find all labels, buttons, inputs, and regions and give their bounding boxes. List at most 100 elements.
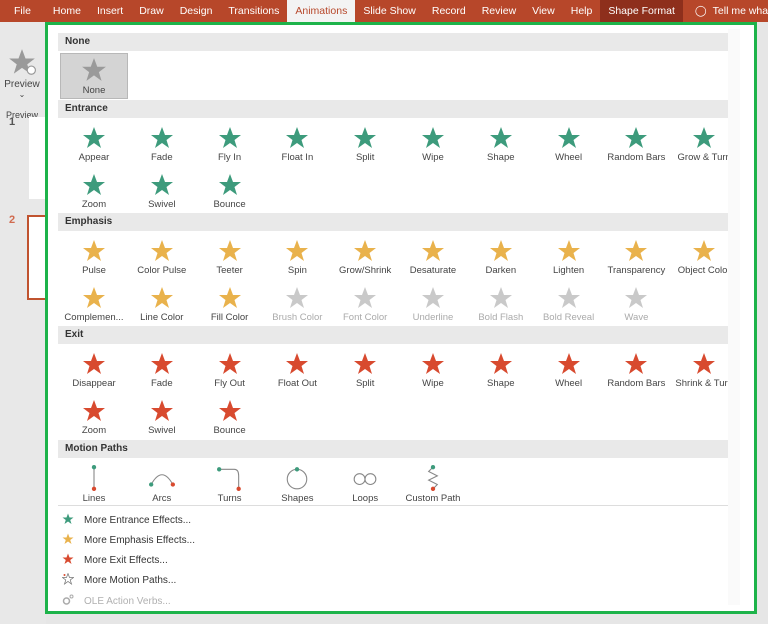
effect-emphasis-transparency[interactable]: Transparency [602, 236, 670, 282]
effect-label: Color Pulse [137, 265, 187, 276]
effect-label: Wheel [555, 378, 583, 389]
effect-label: Shape [487, 378, 515, 389]
effect-exit-fade[interactable]: Fade [128, 349, 196, 395]
tab-record[interactable]: Record [424, 0, 474, 22]
effect-exit-disappear[interactable]: Disappear [60, 349, 128, 395]
tab-design[interactable]: Design [172, 0, 221, 22]
effect-exit-wipe[interactable]: Wipe [399, 349, 467, 395]
star-icon [128, 352, 196, 376]
effect-entrance-appear[interactable]: Appear [60, 123, 128, 169]
effect-label: Random Bars [607, 378, 666, 389]
menu-more-entrance-effects[interactable]: More Entrance Effects... [62, 511, 191, 529]
tell-me-search[interactable]: ◯ Tell me what [683, 0, 768, 22]
effect-label: Font Color [343, 312, 388, 323]
effect-entrance-split[interactable]: Split [331, 123, 399, 169]
scrollbar[interactable] [728, 29, 740, 605]
menu-more-motion-paths[interactable]: More Motion Paths... [61, 572, 176, 590]
effect-exit-swivel[interactable]: Swivel [128, 396, 196, 442]
star-icon [60, 126, 128, 150]
effect-emphasis-fill-color[interactable]: Fill Color [196, 283, 264, 329]
effect-motion-loops[interactable]: Loops [331, 462, 399, 508]
effect-label: Random Bars [607, 152, 666, 163]
tab-draw[interactable]: Draw [131, 0, 172, 22]
effect-emphasis-teeter[interactable]: Teeter [196, 236, 264, 282]
star-icon [331, 239, 399, 263]
slide-number: 2 [9, 214, 16, 226]
effect-exit-wheel[interactable]: Wheel [535, 349, 603, 395]
effect-exit-shape[interactable]: Shape [467, 349, 535, 395]
effect-emphasis-bold-flash: Bold Flash [467, 283, 535, 329]
effect-entrance-fly-in[interactable]: Fly In [196, 123, 264, 169]
tab-file[interactable]: File [0, 0, 45, 22]
tab-insert[interactable]: Insert [89, 0, 131, 22]
effect-entrance-fade[interactable]: Fade [128, 123, 196, 169]
star-icon [196, 286, 264, 310]
preview-label: Preview [4, 79, 40, 90]
effect-label: Float In [281, 152, 314, 163]
star-icon [535, 286, 603, 310]
effect-entrance-random-bars[interactable]: Random Bars [602, 123, 670, 169]
gear-icon [62, 594, 84, 609]
effect-entrance-float-in[interactable]: Float In [263, 123, 331, 169]
effect-emphasis-complemen[interactable]: Complemen... [60, 283, 128, 329]
effect-none-none[interactable]: None [60, 53, 128, 99]
effect-motion-custom-path[interactable]: Custom Path [399, 462, 467, 508]
effect-label: Pulse [82, 265, 106, 276]
tab-animations[interactable]: Animations [287, 0, 356, 22]
menu-more-exit-effects[interactable]: More Exit Effects... [62, 552, 168, 570]
effect-label: Bounce [213, 199, 246, 210]
tab-home[interactable]: Home [45, 0, 89, 22]
effect-motion-turns[interactable]: Turns [196, 462, 264, 508]
effect-emphasis-line-color[interactable]: Line Color [128, 283, 196, 329]
effect-exit-zoom[interactable]: Zoom [60, 396, 128, 442]
effect-label: Lighten [553, 265, 585, 276]
star-icon [62, 553, 84, 568]
tab-shape-format[interactable]: Shape Format [600, 0, 683, 22]
arc-path-icon [128, 465, 196, 491]
effect-exit-float-out[interactable]: Float Out [263, 349, 331, 395]
menu-label: OLE Action Verbs... [84, 595, 171, 607]
star-icon [535, 352, 603, 376]
effect-exit-split[interactable]: Split [331, 349, 399, 395]
effect-label: Arcs [152, 493, 172, 504]
effect-label: Brush Color [272, 312, 323, 323]
effect-label: Complemen... [64, 312, 124, 323]
section-header-emphasis: Emphasis [58, 213, 738, 231]
effect-motion-shapes[interactable]: Shapes [263, 462, 331, 508]
effect-emphasis-lighten[interactable]: Lighten [535, 236, 603, 282]
effect-emphasis-color-pulse[interactable]: Color Pulse [128, 236, 196, 282]
effect-label: Bold Flash [478, 312, 524, 323]
tell-me-label: Tell me what [712, 5, 768, 17]
effect-entrance-wipe[interactable]: Wipe [399, 123, 467, 169]
tab-slide-show[interactable]: Slide Show [355, 0, 424, 22]
effect-emphasis-pulse[interactable]: Pulse [60, 236, 128, 282]
effect-emphasis-spin[interactable]: Spin [263, 236, 331, 282]
effect-entrance-shape[interactable]: Shape [467, 123, 535, 169]
preview-button[interactable]: Preview ⌄ [2, 48, 42, 99]
star-icon [128, 239, 196, 263]
animation-gallery: None None Entrance Appear Fade Fly In Float In… [45, 22, 757, 614]
tab-review[interactable]: Review [474, 0, 524, 22]
effect-emphasis-grow-shrink[interactable]: Grow/Shrink [331, 236, 399, 282]
effect-exit-random-bars[interactable]: Random Bars [602, 349, 670, 395]
star-icon [602, 352, 670, 376]
menu-more-emphasis-effects[interactable]: More Emphasis Effects... [62, 531, 195, 549]
effect-entrance-swivel[interactable]: Swivel [128, 170, 196, 216]
effect-exit-fly-out[interactable]: Fly Out [196, 349, 264, 395]
effect-emphasis-darken[interactable]: Darken [467, 236, 535, 282]
effect-entrance-zoom[interactable]: Zoom [60, 170, 128, 216]
star-icon [196, 352, 264, 376]
effect-exit-bounce[interactable]: Bounce [196, 396, 264, 442]
effect-entrance-wheel[interactable]: Wheel [535, 123, 603, 169]
tab-help[interactable]: Help [563, 0, 601, 22]
effect-motion-lines[interactable]: Lines [60, 462, 128, 508]
section-header-none: None [58, 33, 738, 51]
effect-emphasis-desaturate[interactable]: Desaturate [399, 236, 467, 282]
effect-motion-arcs[interactable]: Arcs [128, 462, 196, 508]
effect-entrance-bounce[interactable]: Bounce [196, 170, 264, 216]
star-icon [467, 286, 535, 310]
effect-label: Shapes [281, 493, 314, 504]
tab-transitions[interactable]: Transitions [220, 0, 287, 22]
star-icon [263, 126, 331, 150]
tab-view[interactable]: View [524, 0, 563, 22]
